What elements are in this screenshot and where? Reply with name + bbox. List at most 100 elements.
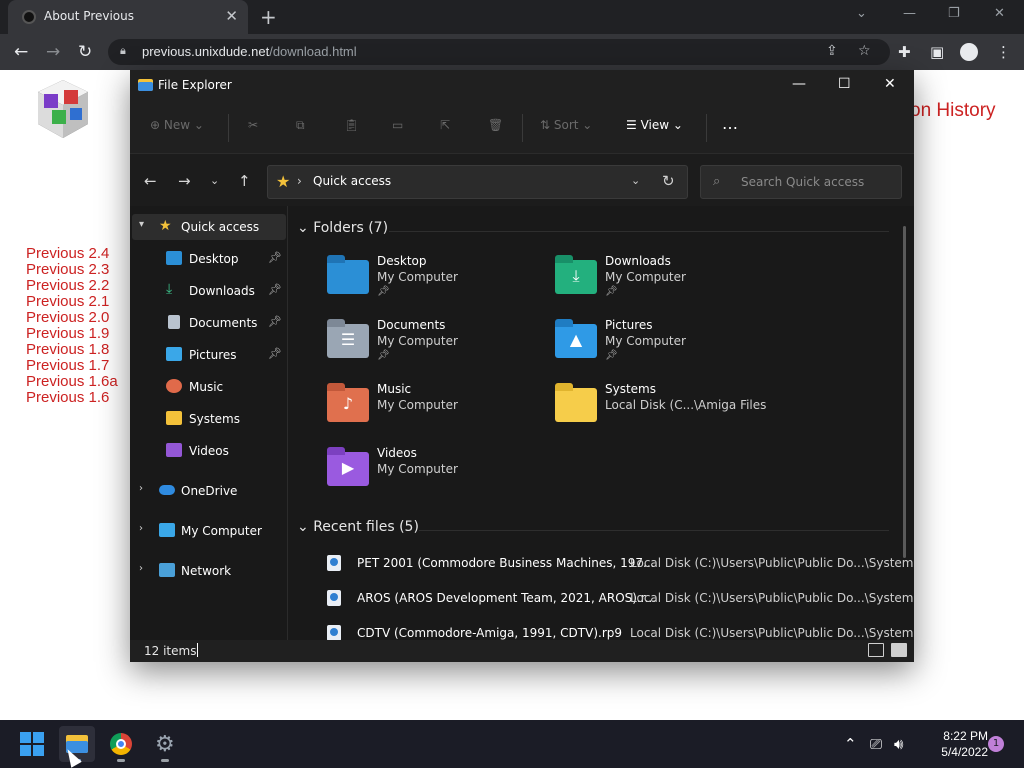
chevron-right-icon[interactable]: ›: [139, 483, 143, 494]
network-status-icon[interactable]: ⎚: [870, 735, 882, 753]
up-icon[interactable]: ↑: [238, 172, 251, 190]
notification-badge[interactable]: 1: [988, 736, 1004, 752]
browser-restore-button[interactable]: ❐: [948, 6, 960, 21]
details-view-icon[interactable]: [868, 643, 884, 657]
folder-systems[interactable]: Systems Local Disk (C...\Amiga Files: [555, 380, 775, 436]
refresh-icon[interactable]: ↻: [662, 172, 675, 190]
new-button[interactable]: ⊕ New ⌄: [150, 118, 204, 132]
recent-file-name: CDTV (Commodore-Amiga, 1991, CDTV).rp9: [357, 626, 623, 640]
nav-item-pictures[interactable]: Pictures 📌︎: [132, 342, 286, 368]
folder-music[interactable]: ♪ Music My Computer: [327, 380, 547, 436]
version-link[interactable]: Previous 1.9: [26, 326, 118, 342]
back-icon[interactable]: ←: [144, 172, 157, 190]
version-link[interactable]: Previous 1.6: [26, 390, 118, 406]
maximize-button[interactable]: ☐: [838, 76, 851, 92]
recent-file-row[interactable]: PET 2001 (Commodore Business Machines, 1…: [327, 549, 914, 579]
tab-close-icon[interactable]: ✕: [225, 7, 238, 25]
share-file-icon[interactable]: ⇱: [440, 118, 450, 132]
chevron-right-icon[interactable]: ›: [297, 174, 302, 188]
version-link[interactable]: Previous 2.3: [26, 262, 118, 278]
sort-button[interactable]: ⇅ Sort ⌄: [540, 118, 592, 132]
see-more-button[interactable]: …: [722, 114, 738, 133]
chevron-down-icon[interactable]: ▾: [139, 219, 144, 230]
reload-icon[interactable]: ↻: [78, 42, 92, 62]
folder-downloads[interactable]: ⤓ Downloads My Computer 📌︎: [555, 252, 775, 308]
folder-desktop[interactable]: Desktop My Computer 📌︎: [327, 252, 547, 308]
forward-icon[interactable]: →: [178, 172, 191, 190]
recent-file-row[interactable]: AROS (AROS Development Team, 2021, AROS)…: [327, 584, 914, 614]
search-placeholder[interactable]: Search Quick access: [741, 175, 864, 189]
history-link[interactable]: on History: [910, 100, 996, 122]
forward-icon[interactable]: →: [46, 42, 60, 62]
version-link[interactable]: Previous 2.4: [26, 246, 118, 262]
nav-item-videos[interactable]: Videos: [132, 438, 286, 464]
chrome-menu-icon[interactable]: ⋮: [996, 43, 1011, 61]
folder-name: Documents: [377, 318, 446, 332]
large-icons-view-icon[interactable]: [891, 643, 907, 657]
clock[interactable]: 8:22 PM 5/4/2022: [922, 728, 988, 760]
chevron-down-icon[interactable]: ⌄: [631, 174, 640, 187]
version-link[interactable]: Previous 2.2: [26, 278, 118, 294]
video-icon: [166, 443, 182, 457]
browser-tab[interactable]: About Previous ✕: [8, 0, 248, 34]
extensions-icon[interactable]: ✚: [898, 43, 911, 61]
address-bar[interactable]: ★ › Quick access ⌄ ↻: [267, 165, 688, 199]
back-icon[interactable]: ←: [14, 42, 28, 62]
delete-icon[interactable]: 🗑︎: [488, 118, 503, 132]
volume-icon[interactable]: 🔊︎: [894, 735, 903, 753]
copy-icon[interactable]: ⧉: [296, 118, 305, 133]
version-link[interactable]: Previous 2.1: [26, 294, 118, 310]
show-hidden-icons-icon[interactable]: ⌃: [844, 735, 857, 753]
recent-files-section-header[interactable]: ⌄ Recent files (5): [297, 519, 419, 535]
nav-item-desktop[interactable]: Desktop 📌︎: [132, 246, 286, 272]
explorer-titlebar[interactable]: File Explorer — ☐ ✕: [130, 70, 914, 102]
clock-date: 5/4/2022: [941, 745, 988, 759]
version-link[interactable]: Previous 1.6a: [26, 374, 118, 390]
profile-avatar[interactable]: [960, 43, 978, 61]
minimize-button[interactable]: —: [792, 76, 806, 92]
browser-close-button[interactable]: ✕: [994, 6, 1005, 21]
cut-icon[interactable]: ✂: [248, 118, 258, 132]
nav-item-music[interactable]: Music: [132, 374, 286, 400]
folder-documents[interactable]: ☰ Documents My Computer 📌︎: [327, 316, 547, 372]
omnibox[interactable]: 🔒︎ previous.unixdude.net/download.html ⇪…: [108, 39, 890, 65]
nav-item-documents[interactable]: Documents 📌︎: [132, 310, 286, 336]
version-link[interactable]: Previous 2.0: [26, 310, 118, 326]
vertical-scrollbar[interactable]: [903, 226, 906, 558]
tab-search-icon[interactable]: ⌄: [856, 6, 867, 21]
settings-taskbar-icon[interactable]: ⚙: [147, 726, 183, 762]
chevron-right-icon[interactable]: ›: [139, 523, 143, 534]
search-box[interactable]: ⌕ Search Quick access: [700, 165, 902, 199]
address-text[interactable]: Quick access: [313, 174, 391, 188]
recent-locations-icon[interactable]: ⌄: [210, 174, 219, 187]
version-link[interactable]: Previous 1.8: [26, 342, 118, 358]
nav-item-downloads[interactable]: ⤓ Downloads 📌︎: [132, 278, 286, 304]
rename-icon[interactable]: ▭: [392, 118, 403, 132]
nav-item-systems[interactable]: Systems: [132, 406, 286, 432]
share-icon[interactable]: ⇪: [826, 43, 838, 59]
view-button[interactable]: ☰ View ⌄: [626, 118, 683, 132]
folder-videos[interactable]: ▶ Videos My Computer: [327, 444, 547, 500]
paste-icon[interactable]: 📋︎: [344, 118, 359, 132]
nav-item-network[interactable]: › Network: [132, 558, 286, 584]
bookmark-star-icon[interactable]: ☆: [858, 43, 871, 59]
version-link[interactable]: Previous 1.7: [26, 358, 118, 374]
lock-icon[interactable]: 🔒︎: [120, 44, 126, 58]
side-panel-icon[interactable]: ▣: [930, 43, 944, 61]
nav-item-quick-access[interactable]: ▾ ★ Quick access: [132, 214, 286, 240]
browser-minimize-button[interactable]: —: [903, 6, 916, 21]
recent-file-row[interactable]: CDTV (Commodore-Amiga, 1991, CDTV).rp9 L…: [327, 619, 914, 640]
nav-item-onedrive[interactable]: › OneDrive: [132, 478, 286, 504]
command-bar: ⊕ New ⌄ ✂ ⧉ 📋︎ ▭ ⇱ 🗑︎ ⇅ Sort ⌄ ☰ View ⌄ …: [130, 102, 914, 154]
folder-pictures[interactable]: ▲ Pictures My Computer 📌︎: [555, 316, 775, 372]
desktop-icon: [166, 251, 182, 265]
chrome-taskbar-icon[interactable]: [103, 726, 139, 762]
chevron-right-icon[interactable]: ›: [139, 563, 143, 574]
nav-item-my-computer[interactable]: › My Computer: [132, 518, 286, 544]
url-text[interactable]: previous.unixdude.net/download.html: [142, 44, 357, 59]
previous-logo: [38, 80, 88, 138]
close-button[interactable]: ✕: [884, 76, 896, 92]
folders-section-header[interactable]: ⌄ Folders (7): [297, 220, 388, 236]
new-tab-button[interactable]: +: [260, 5, 277, 29]
windows-start-icon[interactable]: [20, 732, 44, 756]
